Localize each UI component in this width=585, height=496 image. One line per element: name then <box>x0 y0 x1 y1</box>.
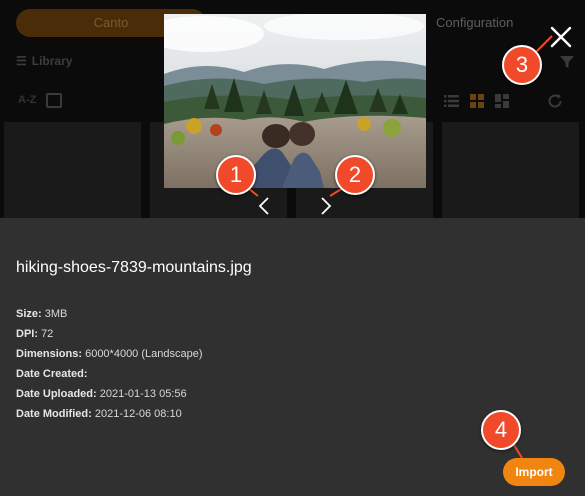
chevron-right-icon <box>321 197 332 215</box>
close-button[interactable] <box>546 22 576 52</box>
metadata-label: Date Modified: <box>16 408 92 420</box>
chevron-left-icon <box>258 197 269 215</box>
asset-thumbnail <box>442 122 579 218</box>
metadata-row-dpi: DPI: 72 <box>16 328 203 348</box>
tab-configuration: Configuration <box>436 15 514 30</box>
grid-view-icon <box>470 94 484 108</box>
metadata-label: Dimensions: <box>16 348 83 360</box>
library-label: Library <box>31 54 73 68</box>
sort-az-label: A-Z <box>18 94 37 106</box>
mountain-photo-illustration <box>164 14 426 188</box>
calendar-icon <box>46 93 62 108</box>
menu-icon: ☰ <box>16 54 27 68</box>
mosaic-view-icon <box>495 94 509 108</box>
filter-icon <box>560 56 574 68</box>
metadata-row-dimensions: Dimensions: 6000*4000 (Landscape) <box>16 348 203 368</box>
metadata-label: DPI: <box>16 328 38 340</box>
metadata-list: Size: 3MB DPI: 72 Dimensions: 6000*4000 … <box>16 308 203 428</box>
metadata-row-date-created: Date Created: <box>16 368 203 388</box>
asset-details-panel: hiking-shoes-7839-mountains.jpg Size: 3M… <box>0 218 585 496</box>
callout-badge-4: 4 <box>481 410 521 450</box>
metadata-value: 2021-12-06 08:10 <box>94 408 182 420</box>
callout-badge-2: 2 <box>335 155 375 195</box>
callout-badge-1: 1 <box>216 155 256 195</box>
metadata-row-date-modified: Date Modified: 2021-12-06 08:10 <box>16 408 203 428</box>
metadata-row-date-uploaded: Date Uploaded: 2021-01-13 05:56 <box>16 388 203 408</box>
metadata-value: 2021-01-13 05:56 <box>99 388 187 400</box>
metadata-value: 6000*4000 (Landscape) <box>85 348 203 360</box>
refresh-icon <box>548 94 562 108</box>
metadata-label: Date Uploaded: <box>16 388 97 400</box>
metadata-value: 3MB <box>44 308 68 320</box>
list-view-icon <box>444 95 459 107</box>
asset-preview-image <box>164 14 426 188</box>
callout-badge-3: 3 <box>502 45 542 85</box>
import-button[interactable]: Import <box>503 458 565 486</box>
file-name-title: hiking-shoes-7839-mountains.jpg <box>16 259 252 276</box>
next-image-button[interactable] <box>316 194 336 218</box>
library-header: ☰ Library <box>16 54 72 68</box>
metadata-label: Date Created: <box>16 368 88 380</box>
metadata-label: Size: <box>16 308 42 320</box>
metadata-row-size: Size: 3MB <box>16 308 203 328</box>
previous-image-button[interactable] <box>254 194 274 218</box>
asset-preview-screen: Canto Configuration ☰ Library A-Z hiking… <box>0 0 585 496</box>
asset-thumbnail <box>4 122 141 218</box>
close-icon <box>550 26 572 48</box>
metadata-value: 72 <box>41 328 54 340</box>
